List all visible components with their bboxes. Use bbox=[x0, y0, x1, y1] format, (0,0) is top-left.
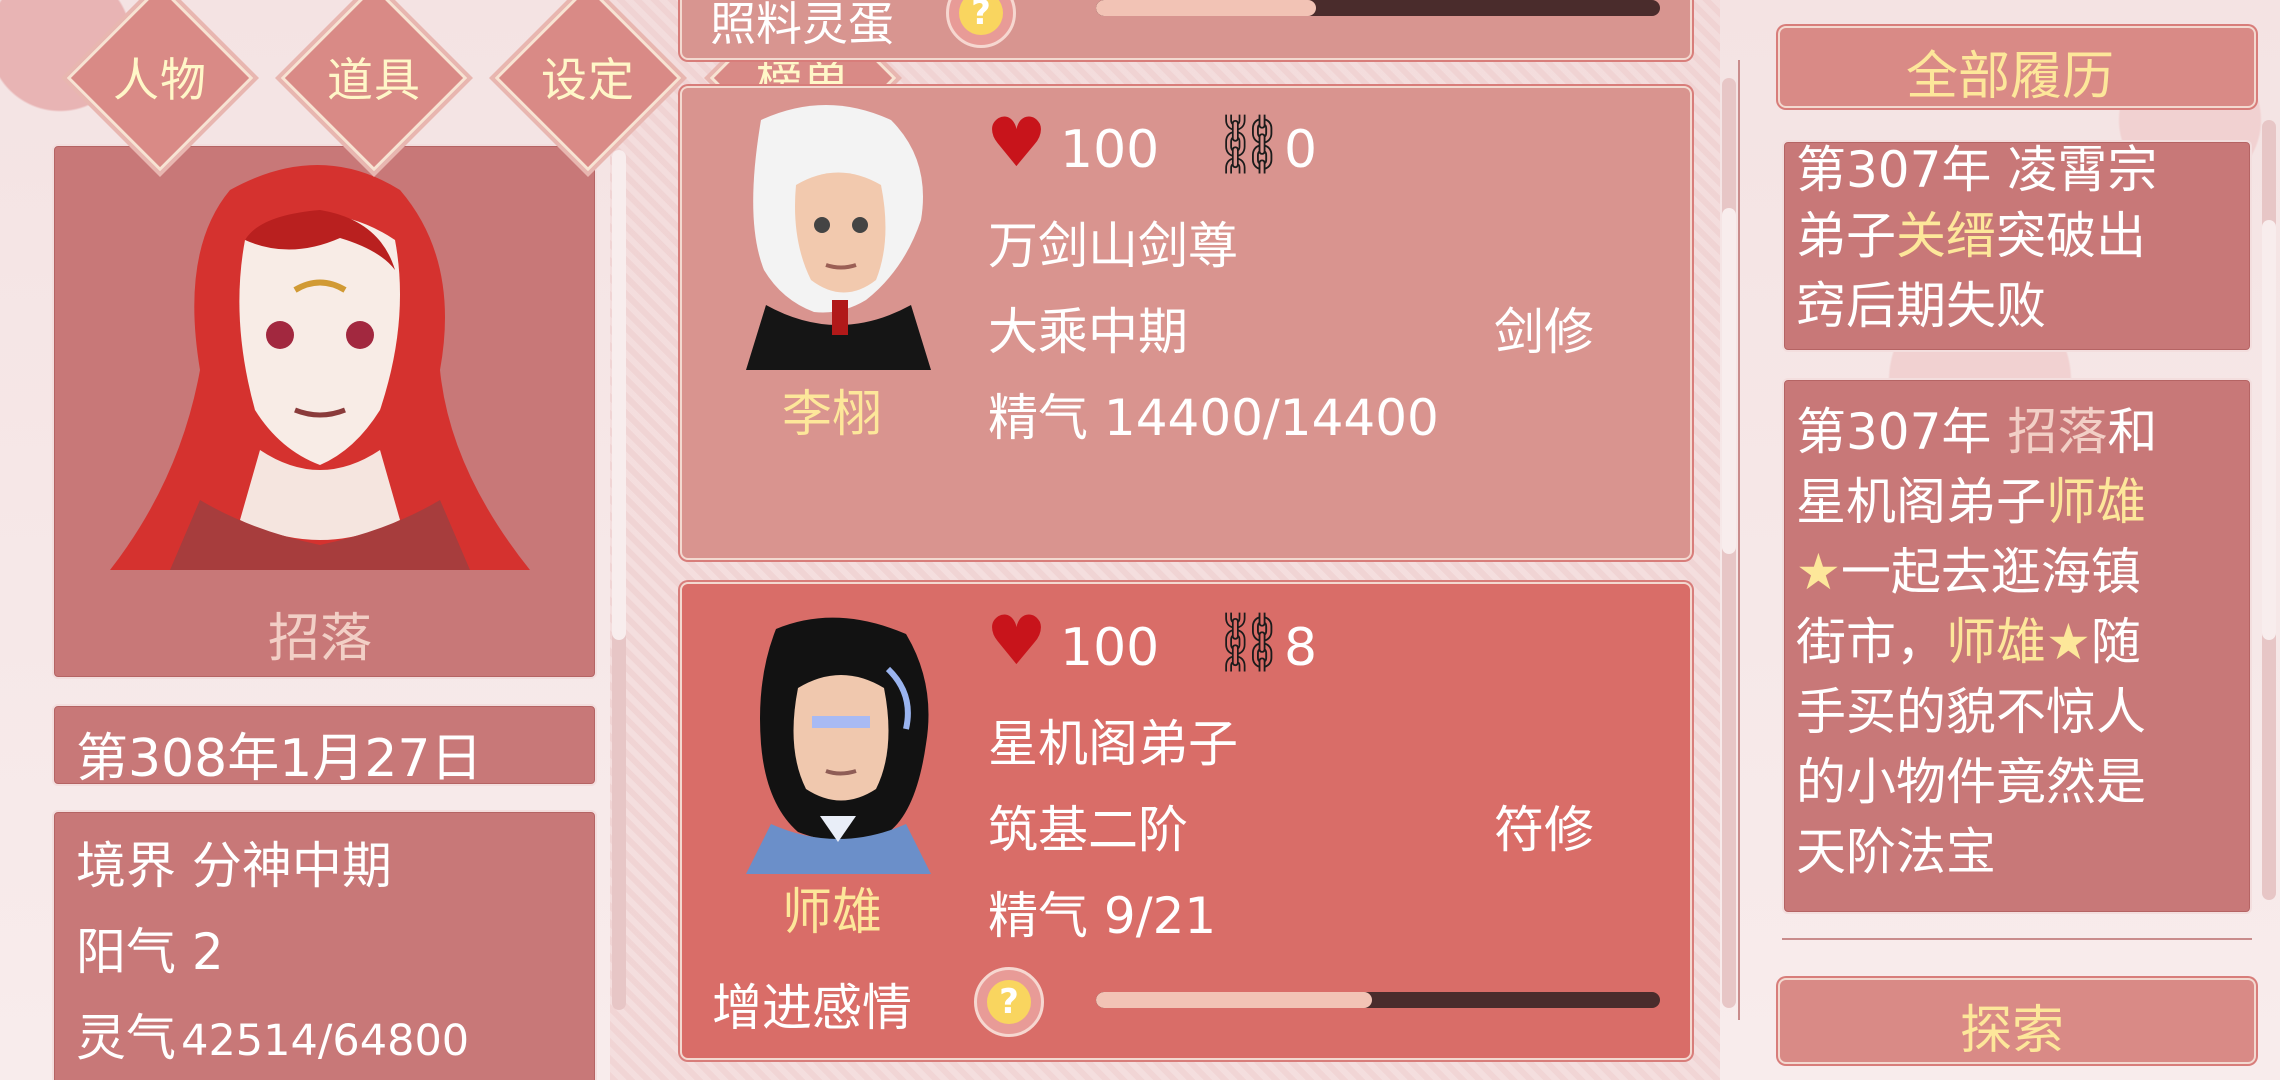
current-date: 第308年1月27日 bbox=[76, 729, 483, 789]
spirit-value: 42514/64800 bbox=[181, 1016, 470, 1066]
handcuff-icon-2: ⛓ bbox=[1212, 608, 1286, 676]
action-label-2: 增进感情 bbox=[712, 979, 912, 1037]
history-entry-2-line7: 天阶法宝 bbox=[1796, 823, 1996, 881]
history-entry-2-line4-prefix: 街市， bbox=[1796, 613, 1946, 671]
history-entry-2-line4-name: 师雄 bbox=[1946, 613, 2046, 671]
nav-people-label: 人物 bbox=[113, 53, 207, 107]
history-entry-2-line2: 星机阁弟子师雄 bbox=[1796, 462, 2146, 534]
profile-portrait[interactable] bbox=[110, 150, 530, 570]
bond-value-1: 0 bbox=[1284, 120, 1318, 180]
essence-value-1: 14400/14400 bbox=[1103, 389, 1439, 447]
history-entry-1-line3: 窍后期失败 bbox=[1796, 277, 2046, 335]
heart-icon-2: ♥ bbox=[986, 602, 1047, 681]
character-title-1: 万剑山剑尊 bbox=[988, 217, 1238, 275]
history-entry-1-line2: 弟子关缙突破出 bbox=[1796, 196, 2146, 268]
history-entry-2-line2-name: 师雄 bbox=[2046, 473, 2146, 531]
card2-help-button[interactable]: ? bbox=[974, 967, 1044, 1037]
character-portrait-2-art bbox=[746, 617, 931, 874]
realm-row: 境界 分神中期 bbox=[76, 826, 392, 898]
card2-progress-fill bbox=[1096, 992, 1373, 1008]
history-entry-2-line6: 的小物件竟然是 bbox=[1796, 753, 2146, 811]
essence-label-1: 精气 bbox=[988, 389, 1088, 447]
handcuff-icon-1: ⛓ bbox=[1212, 110, 1286, 178]
essence-row-2: 精气 9/21 bbox=[988, 876, 1216, 948]
top-partial-label: 照料灵蛋 bbox=[710, 0, 894, 51]
spirit-label: 灵气 bbox=[76, 1009, 176, 1067]
character-title-2: 星机阁弟子 bbox=[988, 715, 1238, 773]
character-name-1: 李栩 bbox=[782, 385, 882, 443]
help-icon: ? bbox=[987, 980, 1031, 1024]
essence-row-1: 精气 14400/14400 bbox=[988, 378, 1439, 450]
history-entry-1-line2-prefix: 弟子 bbox=[1796, 207, 1896, 265]
nav-settings-label: 设定 bbox=[541, 53, 635, 107]
history-entry-2-line1-prefix: 第307年 bbox=[1796, 403, 2008, 461]
history-entry-1-line2-suffix: 突破出 bbox=[1996, 207, 2146, 265]
realm-label: 境界 bbox=[76, 837, 176, 895]
history-entry-2-line3-text: 一起去逛海镇 bbox=[1840, 543, 2141, 601]
top-progress-bar bbox=[1096, 0, 1660, 16]
history-entry-2-line2-prefix: 星机阁弟子 bbox=[1796, 473, 2046, 531]
character-stage-1: 大乘中期 bbox=[988, 303, 1188, 361]
center-scrollbar-thumb[interactable] bbox=[1722, 208, 1736, 554]
history-entry-1-line1: 第307年 凌霄宗 bbox=[1796, 141, 2158, 199]
history-entry-1-name: 关缙 bbox=[1896, 207, 1996, 265]
history-entry-2-line1: 第307年 招落和 bbox=[1796, 392, 2157, 464]
essence-label-2: 精气 bbox=[988, 887, 1088, 945]
history-entry-2-line5: 手买的貌不惊人 bbox=[1796, 683, 2146, 741]
affection-value-1: 100 bbox=[1060, 120, 1160, 180]
history-entry-2-star-icon: ★ bbox=[1796, 543, 1841, 601]
character-portrait-1-art bbox=[746, 105, 931, 370]
right-divider-line bbox=[1782, 938, 2252, 940]
history-entry-2-line4-suffix: 随 bbox=[2090, 613, 2141, 671]
spirit-row: 灵气 42514/64800 bbox=[76, 998, 469, 1070]
history-entry-2-line1-name: 招落 bbox=[2007, 403, 2108, 461]
center-divider-line bbox=[1738, 60, 1740, 1020]
history-entry-2-line1-suffix: 和 bbox=[2107, 403, 2158, 461]
bond-value-2: 8 bbox=[1284, 618, 1318, 678]
all-history-label: 全部履历 bbox=[1906, 47, 2115, 107]
left-scrollbar-thumb[interactable] bbox=[612, 150, 626, 640]
character-stage-2: 筑基二阶 bbox=[988, 801, 1188, 859]
essence-value-2: 9/21 bbox=[1103, 887, 1217, 945]
affection-value-2: 100 bbox=[1060, 618, 1160, 678]
top-progress-fill bbox=[1096, 0, 1316, 16]
card2-progress-bar bbox=[1096, 992, 1660, 1008]
right-scrollbar-thumb[interactable] bbox=[2262, 220, 2276, 640]
yang-label: 阳气 bbox=[76, 923, 176, 981]
character-name-2: 师雄 bbox=[782, 883, 882, 941]
explore-label: 探索 bbox=[1960, 1001, 2065, 1061]
history-entry-2-line4: 街市，师雄★随 bbox=[1796, 602, 2141, 674]
character-class-1: 剑修 bbox=[1494, 303, 1594, 361]
profile-name: 招落 bbox=[268, 609, 373, 669]
heart-icon-1: ♥ bbox=[986, 104, 1047, 183]
character-portrait-1[interactable] bbox=[716, 100, 961, 370]
help-icon: ? bbox=[959, 0, 1003, 35]
character-class-2: 符修 bbox=[1494, 801, 1594, 859]
realm-value: 分神中期 bbox=[191, 837, 392, 895]
profile-portrait-art bbox=[110, 165, 530, 570]
character-portrait-2[interactable] bbox=[716, 604, 961, 874]
yang-row: 阳气 2 bbox=[76, 912, 224, 984]
history-entry-2-line4-star-icon: ★ bbox=[2046, 613, 2091, 671]
history-entry-2-line3: ★一起去逛海镇 bbox=[1796, 532, 2141, 604]
yang-value: 2 bbox=[191, 923, 224, 981]
nav-items-label: 道具 bbox=[327, 53, 421, 107]
